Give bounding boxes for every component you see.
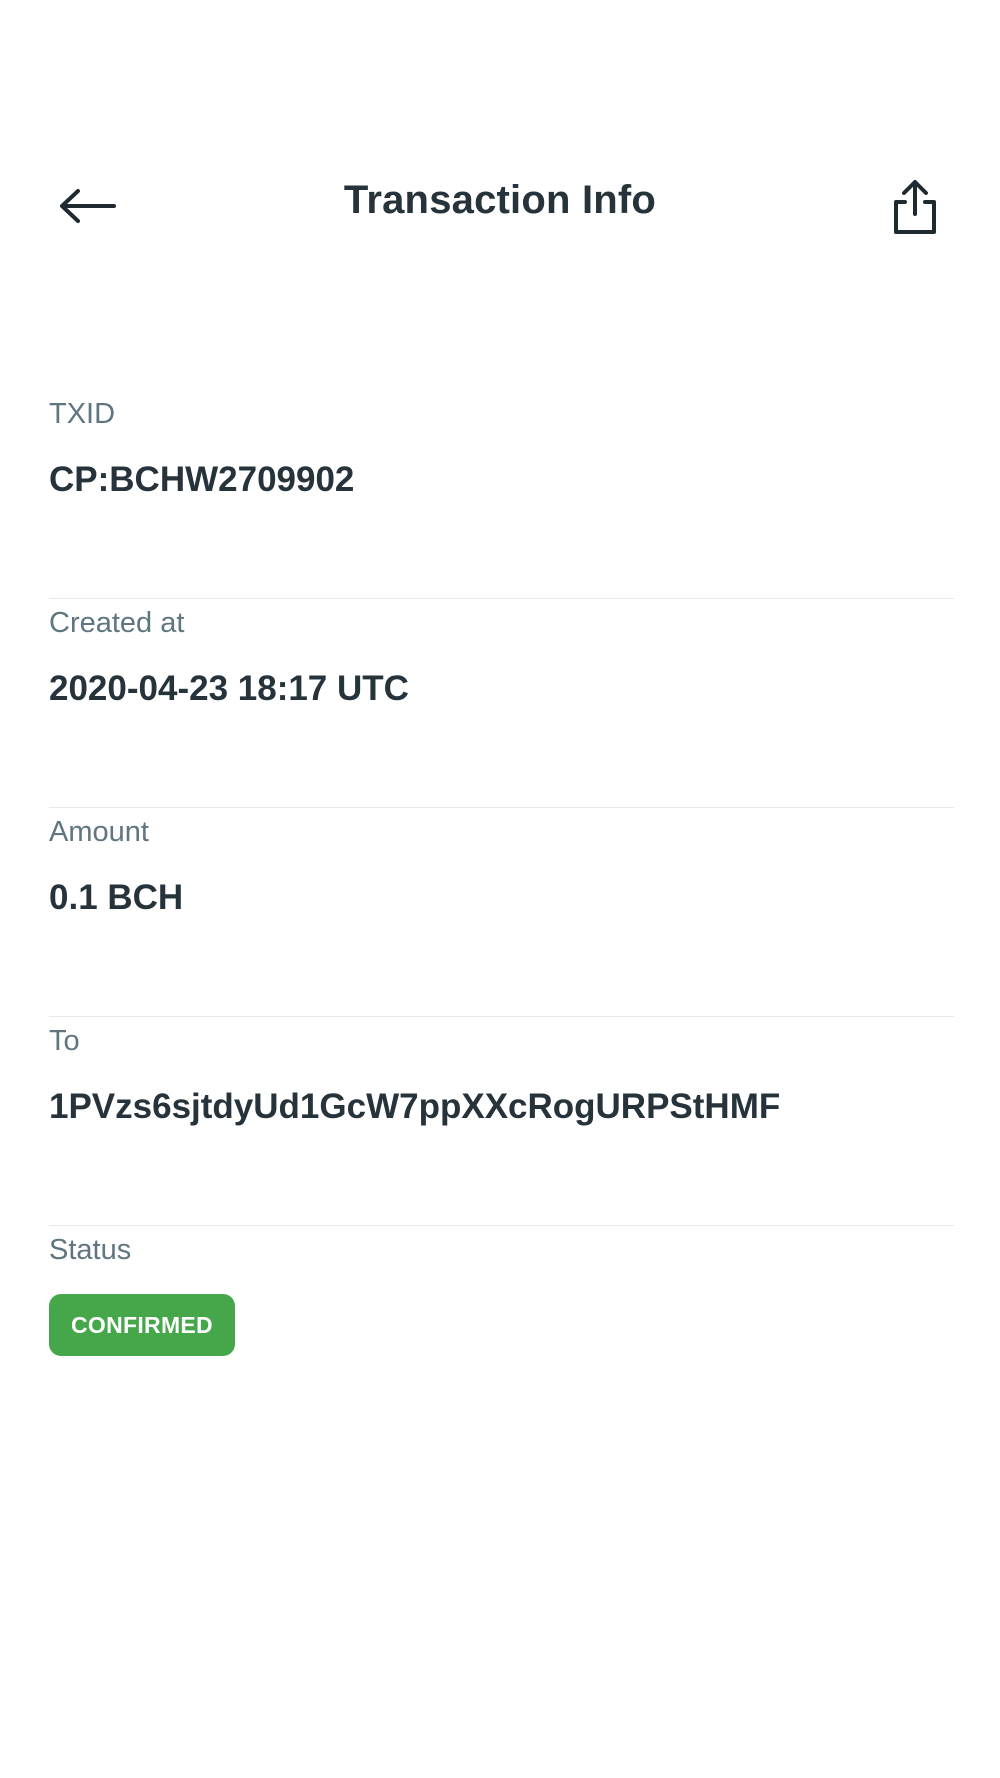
amount-label: Amount — [49, 816, 149, 848]
txid-label: TXID — [49, 398, 116, 430]
share-icon — [894, 180, 936, 234]
transaction-details: TXID CP:BCHW2709902 Created at 2020-04-2… — [49, 390, 954, 1435]
app-header: Transaction Info — [0, 145, 1000, 265]
txid-value[interactable]: CP:BCHW2709902 — [49, 460, 354, 500]
amount-value: 0.1 BCH — [49, 878, 184, 917]
txid-row: TXID CP:BCHW2709902 — [49, 390, 954, 599]
share-button[interactable] — [875, 167, 955, 247]
status-row: Status CONFIRMED — [49, 1226, 954, 1435]
status-badge: CONFIRMED — [49, 1294, 235, 1356]
to-address-row: To 1PVzs6sjtdyUd1GcW7ppXXcRogURPStHMF — [49, 1017, 954, 1226]
created-at-row: Created at 2020-04-23 18:17 UTC — [49, 599, 954, 808]
amount-row: Amount 0.1 BCH — [49, 808, 954, 1017]
to-label: To — [49, 1025, 80, 1057]
page-title: Transaction Info — [343, 178, 657, 222]
arrow-left-icon — [60, 189, 116, 223]
transaction-info-screen: Transaction Info TXID CP:BCHW2709902 Cre… — [0, 0, 1000, 1778]
status-label: Status — [49, 1234, 132, 1266]
created-at-value: 2020-04-23 18:17 UTC — [49, 669, 409, 708]
created-at-label: Created at — [49, 607, 185, 639]
to-address-value[interactable]: 1PVzs6sjtdyUd1GcW7ppXXcRogURPStHMF — [49, 1087, 780, 1127]
back-button[interactable] — [48, 171, 128, 241]
